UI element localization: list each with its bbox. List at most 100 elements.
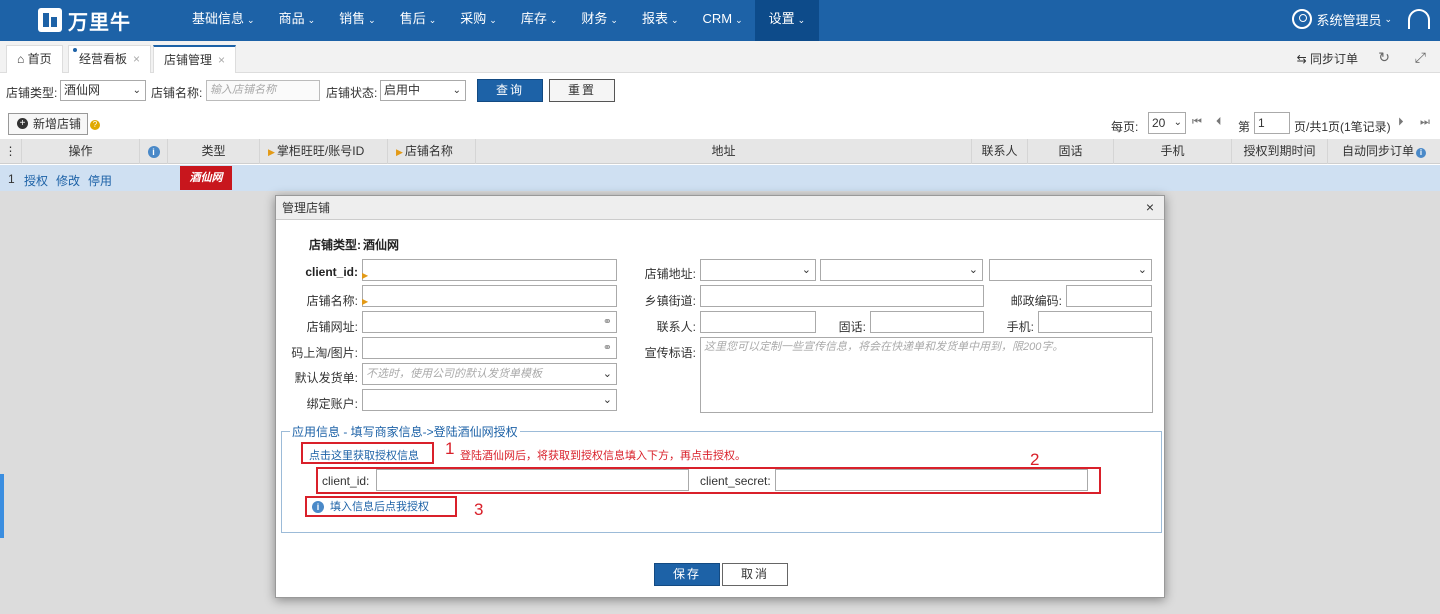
tab-home[interactable]: ⌂ 首页 [6,45,63,73]
search-button[interactable]: 查询 [477,79,543,102]
app-client-id-label: client_id: [322,474,370,488]
shop-status-label: 店铺状态: [326,86,378,100]
cancel-button[interactable]: 取消 [722,563,788,586]
authorize-button[interactable]: i 填入信息后点我授权 [312,498,429,514]
nav-item-purchase[interactable]: 采购 ⌄ [448,0,509,41]
shop-url-label: 店铺网址: [306,320,358,334]
reset-button[interactable]: 重置 [549,79,615,102]
fullscreen-icon[interactable]: ⤢ [1415,49,1426,66]
nav-item-inventory[interactable]: 库存 ⌄ [509,0,570,41]
auth-hint: 登陆酒仙网后，将获取到授权信息填入下方，再点击授权。 [460,450,746,462]
col-shop-name[interactable]: ▶ 店铺名称 [388,139,476,164]
app-info-legend: 应用信息 - 填写商家信息->登陆酒仙网授权 [290,423,520,440]
province-select[interactable]: ⌄ [700,259,816,281]
help-icon[interactable]: ? [90,120,100,130]
mobile-input[interactable] [1038,311,1152,333]
close-icon[interactable]: × [218,53,225,67]
add-shop-button[interactable]: + 新增店铺 [8,113,88,135]
close-icon[interactable]: × [1146,199,1154,215]
annotation-step-3: 3 [474,500,484,519]
user-menu[interactable]: 系统管理员 ⌄ [1292,9,1392,29]
col-address[interactable]: 地址 [476,139,972,164]
per-page-label: 每页: [1111,120,1139,134]
home-icon: ⌂ [17,52,25,66]
nav-item-crm[interactable]: CRM ⌄ [691,0,755,41]
app-client-id-input[interactable] [376,469,689,491]
sync-orders-button[interactable]: ⇆ 同步订单 [1297,50,1358,67]
zip-label: 邮政编码: [1010,294,1062,308]
info-icon[interactable]: i [140,139,168,164]
bind-account-select[interactable]: ⌄ [362,389,617,411]
edit-link[interactable]: 修改 [56,172,80,189]
nav-item-finance[interactable]: 财务 ⌄ [569,0,630,41]
shop-name-input[interactable]: ▶ [362,285,617,307]
close-icon[interactable]: × [133,52,140,66]
shop-name-input[interactable]: 输入店铺名称 [206,80,320,101]
shop-type-label: 店铺类型: [309,238,361,252]
next-page-icon[interactable]: ⏵ [1398,116,1404,129]
unsaved-dot [73,48,77,52]
user-name: 系统管理员 [1316,12,1382,28]
col-account[interactable]: ▶ 掌柜旺旺/账号ID [260,139,388,164]
column-menu-icon[interactable]: ⋮ [0,139,22,164]
disable-link[interactable]: 停用 [88,172,112,189]
shop-type-select[interactable]: 酒仙网 ⌄ [60,80,146,101]
brand-name: 万里牛 [68,11,131,34]
nav-item-basic-info[interactable]: 基础信息 ⌄ [180,0,267,41]
client-id-input[interactable]: ▶ [362,259,617,281]
manage-shop-dialog: 管理店铺 × 店铺类型: 酒仙网 client_id: ▶ 店铺名称: ▶ 店铺… [275,195,1165,598]
sync-icon: ⇆ [1296,52,1307,66]
col-phone[interactable]: 固话 [1028,139,1114,164]
col-auto-sync[interactable]: 自动同步订单 i [1328,139,1440,164]
prev-page-icon[interactable]: ⏴ [1216,116,1222,129]
page-number-input[interactable]: 1 [1254,112,1290,134]
side-drawer-handle[interactable] [0,474,4,538]
col-auth-expiry[interactable]: 授权到期时间 [1232,139,1328,164]
chevron-down-icon: ⌄ [968,264,978,276]
client-secret-label: client_secret: [700,474,771,488]
col-contact[interactable]: 联系人 [972,139,1028,164]
nav-item-products[interactable]: 商品 ⌄ [267,0,328,41]
chevron-down-icon: ⌄ [132,85,141,96]
city-select[interactable]: ⌄ [820,259,983,281]
first-page-icon[interactable]: ⏮ [1192,116,1202,129]
refresh-icon[interactable]: ↻ [1378,49,1390,66]
get-auth-info-link[interactable]: 点击这里获取授权信息 [309,447,419,463]
tab-dashboard[interactable]: 经营看板 × [68,45,152,73]
shop-url-input[interactable]: ⚭ [362,311,617,333]
default-shipping-label: 默认发货单: [294,371,358,385]
nav-item-sales[interactable]: 销售 ⌄ [327,0,388,41]
save-button[interactable]: 保存 [654,563,720,586]
last-page-icon[interactable]: ⏭ [1420,116,1430,129]
shop-type-value: 酒仙网 [363,238,400,252]
page-prefix: 第 [1238,120,1251,134]
contact-input[interactable] [700,311,816,333]
user-icon [1292,9,1313,29]
qr-image-input[interactable]: ⚭ [362,337,617,359]
nav-item-settings[interactable]: 设置 ⌄ [754,0,820,41]
link-icon: ⚭ [602,342,612,354]
support-headset-icon[interactable] [1408,9,1430,29]
zip-input[interactable] [1066,285,1152,307]
phone-input[interactable] [870,311,984,333]
authorize-link[interactable]: 授权 [24,172,48,189]
shop-status-select[interactable]: 启用中 ⌄ [380,80,466,101]
street-input[interactable] [700,285,984,307]
nav-item-after-sales[interactable]: 售后 ⌄ [388,0,449,41]
district-select[interactable]: ⌄ [989,259,1152,281]
col-type[interactable]: 类型 [168,139,260,164]
filter-bar: 店铺类型: 酒仙网 ⌄ 店铺名称: 输入店铺名称 店铺状态: 启用中 ⌄ 查询 重置 [0,74,1440,108]
brand-logo[interactable]: 万里牛 [38,7,131,34]
grid-header: ⋮ 操作 i 类型 ▶ 掌柜旺旺/账号ID ▶ 店铺名称 地址 联系人 固话 手机 … [0,139,1440,164]
shop-name-label: 店铺名称: [151,86,203,100]
plus-icon: + [17,118,28,129]
default-shipping-select[interactable]: 不选时，使用公司的默认发货单模板 ⌄ [362,363,617,385]
col-mobile[interactable]: 手机 [1114,139,1232,164]
client-secret-input[interactable] [775,469,1088,491]
col-actions[interactable]: 操作 [22,139,140,164]
slogan-textarea[interactable]: 这里您可以定制一些宣传信息，将会在快递单和发货单中用到，限200字。 [700,337,1153,413]
tab-shop-management[interactable]: 店铺管理 × [153,45,237,73]
per-page-select[interactable]: 20 ⌄ [1148,112,1186,134]
nav-item-reports[interactable]: 报表 ⌄ [630,0,691,41]
info-icon: i [312,501,324,513]
